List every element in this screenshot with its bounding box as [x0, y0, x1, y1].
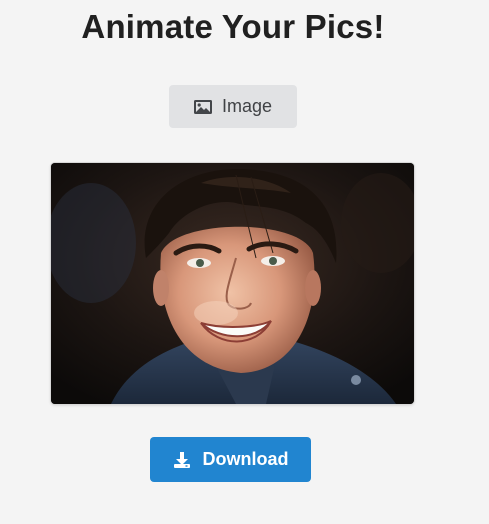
- page: Animate Your Pics! Image Download: [0, 0, 489, 524]
- image-icon: [193, 99, 212, 114]
- animated-photo-preview: [51, 163, 414, 404]
- upload-image-button[interactable]: Image: [169, 85, 297, 128]
- upload-image-label: Image: [221, 96, 273, 116]
- download-label: Download: [202, 449, 289, 469]
- page-title: Animate Your Pics!: [81, 8, 385, 45]
- download-button[interactable]: Download: [150, 437, 311, 482]
- portrait-photo: [51, 163, 414, 404]
- download-icon: [173, 451, 191, 469]
